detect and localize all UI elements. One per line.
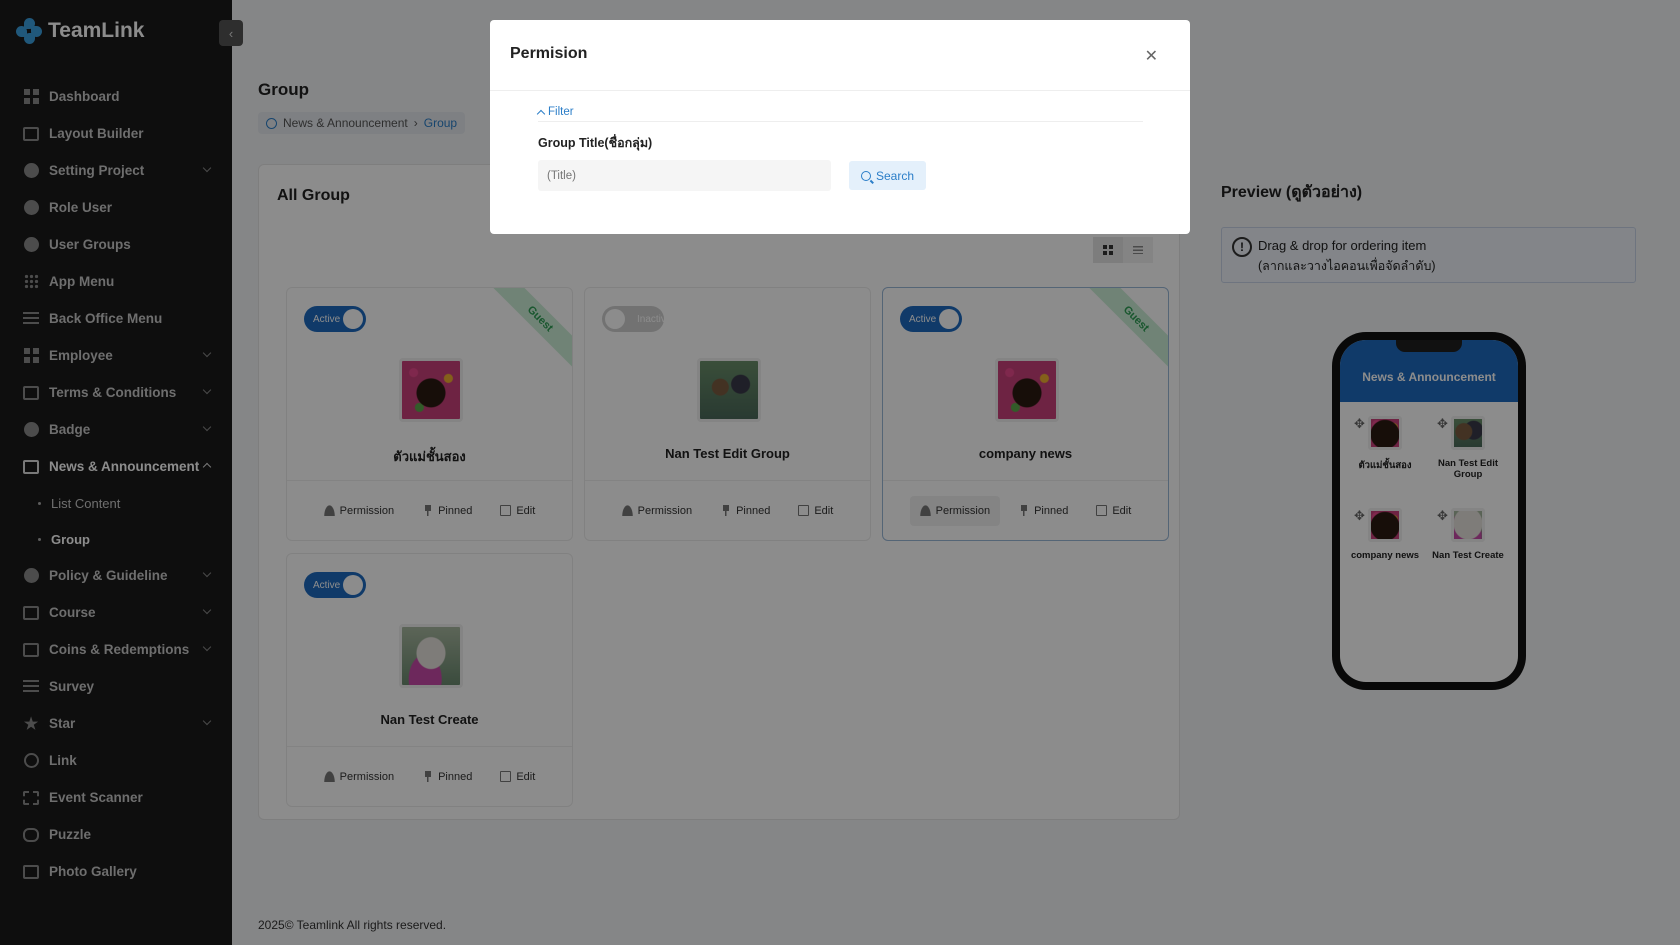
chevron-up-icon [536, 109, 546, 118]
modal-title: Permision [510, 45, 588, 62]
group-title-label: Group Title(ชื่อกลุ่ม) [538, 136, 653, 150]
search-icon [860, 170, 871, 181]
close-icon[interactable]: ✕ [1145, 46, 1158, 66]
filter-toggle[interactable]: Filter [536, 106, 574, 118]
filter-label: Filter [548, 106, 574, 118]
search-button[interactable]: Search [849, 161, 926, 190]
button-label: Search [875, 168, 915, 183]
group-title-input[interactable] [538, 160, 831, 191]
permission-modal: Permision ✕ Filter Group Title(ชื่อกลุ่ม… [490, 20, 1190, 234]
